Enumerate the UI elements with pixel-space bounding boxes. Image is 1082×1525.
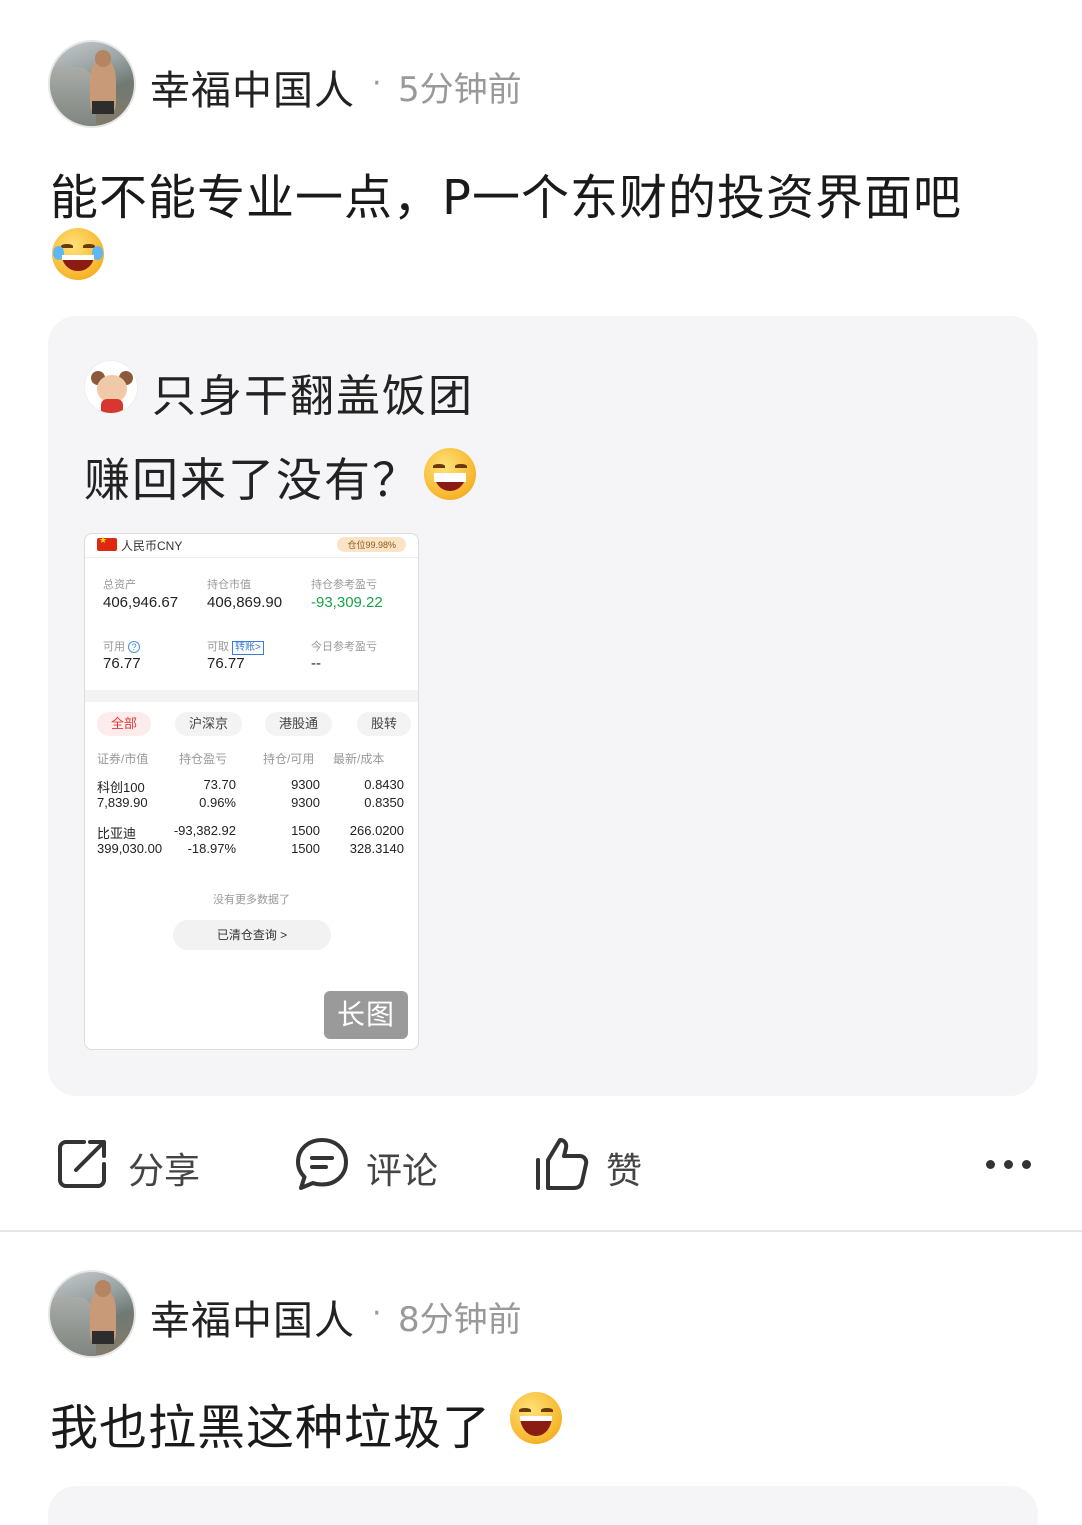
laughing-emoji <box>510 1392 562 1444</box>
available-value: 76.77 <box>103 655 141 672</box>
like-label: 赞 <box>606 1151 643 1192</box>
meta-separator: · <box>372 66 382 101</box>
share-label: 分享 <box>128 1151 201 1192</box>
row-hold: 9300 <box>291 777 320 792</box>
tab-hk-connect: 港股通 <box>265 712 333 736</box>
row-name: 科创100 <box>97 780 145 795</box>
row-pnl: -93,382.92 <box>173 823 236 838</box>
ref-pnl-value: -93,309.22 <box>311 594 383 611</box>
currency-label: 人民币CNY <box>121 539 183 553</box>
quoted-user-avatar[interactable] <box>84 360 138 414</box>
post-time: 5分钟前 <box>398 70 522 110</box>
like-button[interactable]: 赞 <box>534 1136 654 1192</box>
china-flag-icon <box>97 535 117 551</box>
grinning-emoji <box>424 448 476 500</box>
row-pnl: 73.70 <box>203 777 236 792</box>
withdrawable-value: 76.77 <box>207 655 245 672</box>
row-latest: 266.0200 <box>349 823 404 838</box>
column-header: 持仓盈亏 <box>179 752 228 766</box>
row-cost: 0.8350 <box>364 795 404 810</box>
withdrawable-label: 可取 转账> <box>207 638 264 655</box>
more-icon[interactable] <box>984 1150 1032 1180</box>
row-pnl-pct: 0.96% <box>199 795 236 810</box>
thumbs-up-icon <box>536 1138 589 1190</box>
column-header: 最新/成本 <box>333 752 385 766</box>
username[interactable]: 幸福中国人 <box>150 1288 355 1346</box>
no-more-data-text: 没有更多数据了 <box>213 894 290 906</box>
column-header: 证券/市值 <box>97 752 149 766</box>
total-assets-value: 406,946.67 <box>103 594 179 611</box>
post-text: 我也拉黑这种垃圾了 <box>50 1400 492 1456</box>
row-name: 比亚迪 <box>97 826 137 841</box>
market-value: 406,869.90 <box>207 594 283 611</box>
post-text: 能不能专业一点，P一个东财的投资界面吧 <box>50 170 962 226</box>
today-pnl-value: -- <box>311 655 321 672</box>
share-icon <box>58 1140 106 1188</box>
tab-all: 全部 <box>97 712 152 736</box>
user-avatar[interactable] <box>48 40 136 128</box>
stock-screenshot-image[interactable]: 人民币CNY 仓位99.98% 总资产 406,946.67 持仓市值 406,… <box>84 533 419 1050</box>
position-badge: 仓位99.98% <box>337 537 406 552</box>
tab-share-transfer: 股转 <box>357 712 412 736</box>
row-value: 399,030.00 <box>97 841 163 856</box>
username[interactable]: 幸福中国人 <box>150 58 355 116</box>
quoted-username[interactable]: 只身干翻盖饭团 <box>152 360 474 424</box>
quoted-text: 赚回来了没有？ <box>84 453 420 507</box>
laughing-crying-emoji <box>52 228 104 280</box>
post-divider <box>0 1230 1082 1232</box>
long-image-tag: 长图 <box>324 991 408 1039</box>
comment-label: 评论 <box>366 1151 439 1192</box>
share-button[interactable]: 分享 <box>54 1136 214 1192</box>
row-latest: 0.8430 <box>364 777 404 792</box>
section-divider <box>85 690 418 702</box>
quoted-post-card[interactable] <box>48 1486 1038 1525</box>
total-assets-label: 总资产 <box>103 579 136 591</box>
row-avail: 9300 <box>291 795 320 810</box>
market-value-label: 持仓市值 <box>207 579 251 591</box>
cleared-positions-button: 已清仓查询 > <box>173 920 331 950</box>
help-icon: ? <box>128 641 140 654</box>
today-pnl-label: 今日参考盈亏 <box>311 641 377 653</box>
row-avail: 1500 <box>291 841 320 856</box>
ref-pnl-label: 持仓参考盈亏 <box>311 579 377 591</box>
row-hold: 1500 <box>291 823 320 838</box>
available-label: 可用? <box>103 638 140 654</box>
post-time: 8分钟前 <box>398 1300 522 1340</box>
currency-row: 人民币CNY 仓位99.98% <box>85 534 418 558</box>
comment-button[interactable]: 评论 <box>294 1136 454 1192</box>
comment-icon <box>296 1138 348 1190</box>
transfer-tag: 转账> <box>232 641 264 655</box>
user-avatar[interactable] <box>48 1270 136 1358</box>
row-cost: 328.3140 <box>349 841 404 856</box>
row-value: 7,839.90 <box>97 795 148 810</box>
meta-separator: · <box>372 1296 382 1331</box>
row-pnl-pct: -18.97% <box>187 841 236 856</box>
tab-shanghai-shenzhen-beijing: 沪深京 <box>175 712 243 736</box>
column-header: 持仓/可用 <box>263 752 315 766</box>
